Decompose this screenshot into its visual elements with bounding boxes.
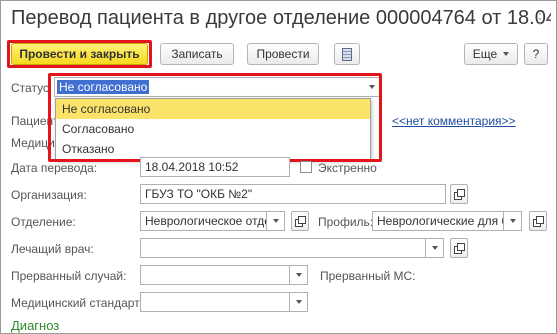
med-standard-label: Медицинский стандарт: [11, 296, 144, 310]
chevron-down-icon [295, 273, 302, 277]
doctor-dropdown-button[interactable] [426, 238, 444, 258]
organization-field[interactable]: ГБУЗ ТО "ОКБ №2" [140, 184, 446, 204]
department-open-button[interactable] [291, 211, 309, 231]
urgent-label: Экстренно [318, 161, 377, 175]
print-document-button[interactable] [334, 43, 360, 65]
organization-open-button[interactable] [450, 184, 468, 204]
chevron-down-icon [431, 246, 438, 250]
doctor-field[interactable] [140, 238, 426, 258]
doctor-label: Лечащий врач: [11, 242, 94, 256]
status-label: Статус: [11, 81, 53, 95]
document-icon [342, 47, 352, 61]
profile-field[interactable]: Неврологические для бо [372, 211, 504, 231]
interrupted-case-field[interactable] [140, 265, 290, 285]
highlight-frame-status [48, 73, 382, 162]
department-dropdown-button[interactable] [267, 211, 285, 231]
more-menu-button[interactable]: Еще [464, 43, 518, 65]
open-form-icon [454, 189, 465, 200]
transfer-date-label: Дата перевода: [11, 161, 98, 175]
profile-label: Профиль: [318, 215, 374, 229]
diagnosis-section-title[interactable]: Диагноз [11, 318, 59, 333]
window-more-icon[interactable]: ⋮ [533, 10, 548, 27]
doctor-open-button[interactable] [450, 238, 468, 258]
profile-open-button[interactable] [529, 211, 547, 231]
save-button[interactable]: Записать [160, 43, 234, 65]
chevron-down-icon [503, 52, 510, 56]
post-button[interactable]: Провести [247, 43, 319, 65]
document-window: Перевод пациента в другое отделение 0000… [0, 0, 557, 334]
chevron-down-icon [272, 219, 279, 223]
post-and-close-button[interactable]: Провести и закрыть [11, 43, 148, 65]
med-standard-dropdown-button[interactable] [290, 292, 308, 312]
chevron-down-icon [295, 300, 302, 304]
interrupted-ms-label: Прерванный МС: [320, 269, 416, 283]
chevron-down-icon [509, 219, 516, 223]
transfer-date-field[interactable]: 18.04.2018 10:52 [140, 157, 290, 177]
open-form-icon [533, 216, 544, 227]
open-form-icon [454, 243, 465, 254]
department-label: Отделение: [11, 215, 76, 229]
interrupted-case-dropdown-button[interactable] [290, 265, 308, 285]
department-field[interactable]: Неврологическое отдел [140, 211, 267, 231]
more-menu-label: Еще [472, 47, 498, 61]
window-title: Перевод пациента в другое отделение 0000… [11, 7, 551, 29]
profile-dropdown-button[interactable] [504, 211, 522, 231]
med-standard-field[interactable] [140, 292, 290, 312]
help-button[interactable]: ? [524, 43, 548, 65]
comment-link[interactable]: <<нет комментария>> [392, 114, 516, 128]
urgent-checkbox[interactable] [300, 161, 312, 173]
interrupted-case-label: Прерванный случай: [11, 269, 127, 283]
organization-label: Организация: [11, 188, 87, 202]
open-form-icon [295, 216, 306, 227]
